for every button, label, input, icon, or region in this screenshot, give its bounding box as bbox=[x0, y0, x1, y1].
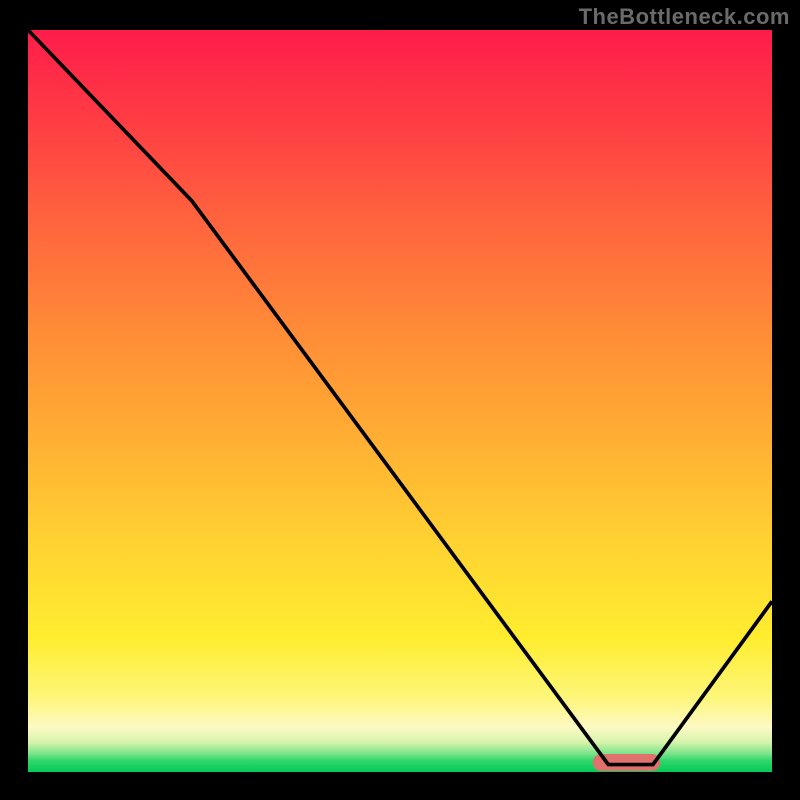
bottleneck-curve bbox=[28, 30, 772, 772]
chart-frame: TheBottleneck.com bbox=[0, 0, 800, 800]
watermark-text: TheBottleneck.com bbox=[579, 4, 790, 30]
plot-area bbox=[28, 30, 772, 772]
